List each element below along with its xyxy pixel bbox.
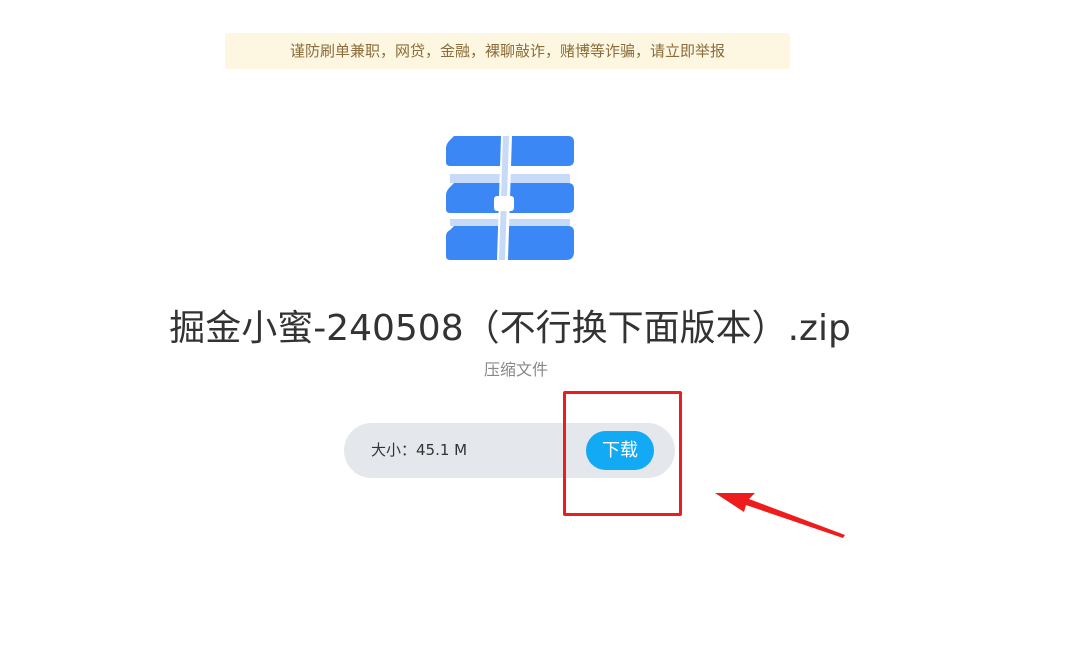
file-size-label: 大小： [371, 441, 417, 459]
file-name: 掘金小蜜-240508（不行换下面版本）.zip [169, 308, 851, 349]
fraud-warning-banner: 谨防刷单兼职，网贷，金融，裸聊敲诈，赌博等诈骗，请立即举报 [225, 33, 790, 69]
annotation-arrow-icon [715, 493, 845, 538]
fraud-warning-text: 谨防刷单兼职，网贷，金融，裸聊敲诈，赌博等诈骗，请立即举报 [289, 42, 725, 60]
annotation-highlight-box [563, 391, 682, 516]
file-type: 压缩文件 [483, 360, 548, 379]
zip-archive-icon [446, 136, 574, 260]
file-size-value: 45.1 M [416, 441, 468, 459]
file-size: 大小：45.1 M [371, 423, 467, 478]
